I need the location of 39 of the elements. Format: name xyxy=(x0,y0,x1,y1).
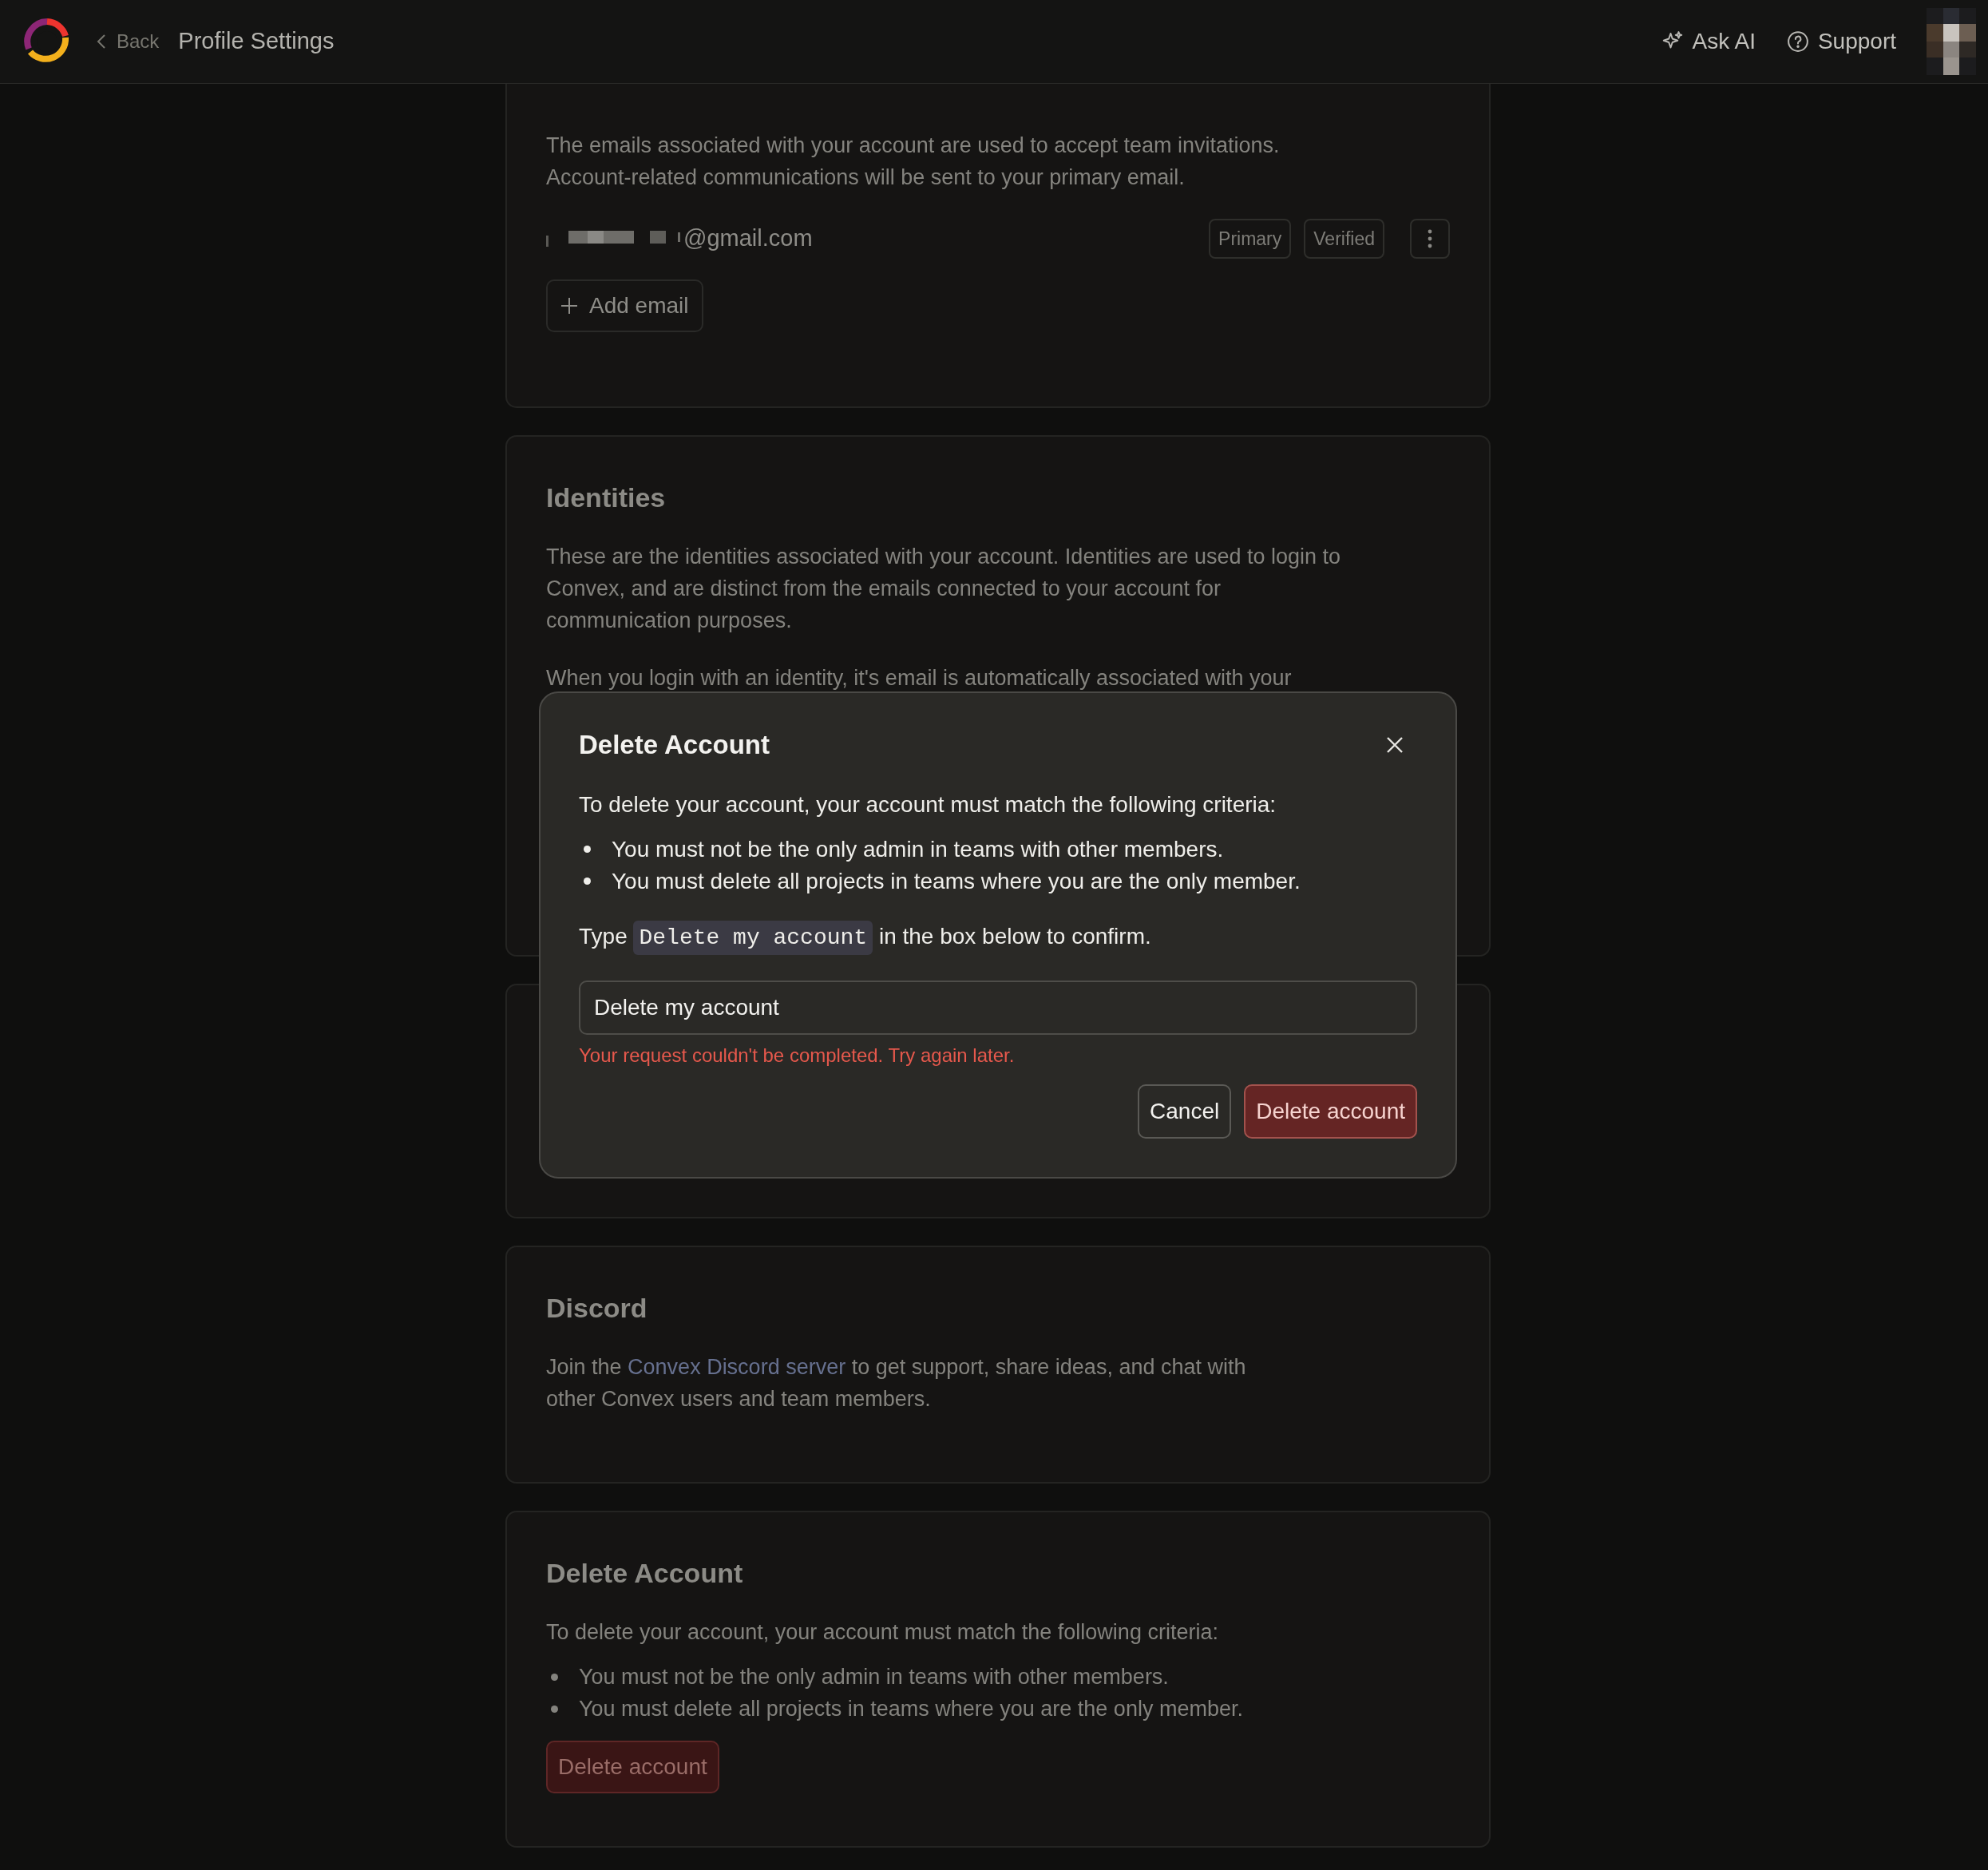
bullet-icon xyxy=(584,846,591,853)
criterion-text: You must not be the only admin in teams with other members. xyxy=(612,835,1224,863)
description-text: When you login with an identity, it's email is automatically associated with your xyxy=(546,665,1293,691)
kebab-icon xyxy=(1428,229,1432,248)
help-icon xyxy=(1785,30,1810,53)
description-text: To delete your account, your account must match the following criteria: xyxy=(546,1619,1219,1646)
bullet-icon xyxy=(551,1673,558,1681)
close-icon[interactable] xyxy=(1385,735,1404,755)
criterion-text: You must delete all projects in teams where you are the only member. xyxy=(612,867,1301,895)
chevron-left-icon xyxy=(96,33,107,50)
dialog-text: To delete your account, your account must match the following criteria: xyxy=(579,790,1277,818)
email-address: @gmail.com xyxy=(683,224,813,253)
logo-icon[interactable] xyxy=(24,18,70,65)
add-email-button[interactable]: Add email xyxy=(546,279,703,332)
page-title: Profile Settings xyxy=(178,27,335,56)
status-badge: Verified xyxy=(1304,219,1384,259)
criterion-text: You must not be the only admin in teams with other members. xyxy=(579,1664,1169,1690)
bullet-icon xyxy=(584,878,591,885)
dialog-title: Delete Account xyxy=(579,729,770,761)
section-heading: Identities xyxy=(546,481,667,514)
back-link[interactable]: Back xyxy=(96,27,160,56)
section-heading: Discord xyxy=(546,1292,648,1325)
cancel-button[interactable]: Cancel xyxy=(1138,1084,1232,1139)
plus-icon xyxy=(560,297,578,315)
delete-account-button[interactable]: Delete account xyxy=(546,1741,719,1793)
description-text: Join the Convex Discord server to get support, share ideas, and chat with other Convex users and team members. xyxy=(546,1354,1247,1412)
criterion-text: You must delete all projects in teams where you are the only member. xyxy=(579,1696,1243,1722)
delete-account-button[interactable]: Delete account xyxy=(1244,1084,1417,1139)
support-button[interactable]: Support xyxy=(1785,25,1896,58)
error-message: Your request couldn't be completed. Try again later. xyxy=(579,1043,1016,1068)
discord-link[interactable]: Convex Discord server xyxy=(628,1355,846,1379)
status-badge: Primary xyxy=(1209,219,1292,259)
ask-ai-button[interactable]: Ask AI xyxy=(1660,25,1756,58)
description-text: These are the identities associated with your account. Identities are used to login to Convex, and are distinct from the emails connected to your account for communication purposes. xyxy=(546,544,1342,634)
confirm-instruction: Type Delete my account in the box below to confirm. xyxy=(579,916,1417,958)
section-heading: Delete Account xyxy=(546,1557,744,1590)
bullet-icon xyxy=(551,1705,558,1713)
description-text: The emails associated with your account are used to accept team invitations. Account-related communications will be sent to your primary email. xyxy=(546,133,1281,191)
confirm-input-field[interactable]: Delete my account xyxy=(579,980,1417,1035)
